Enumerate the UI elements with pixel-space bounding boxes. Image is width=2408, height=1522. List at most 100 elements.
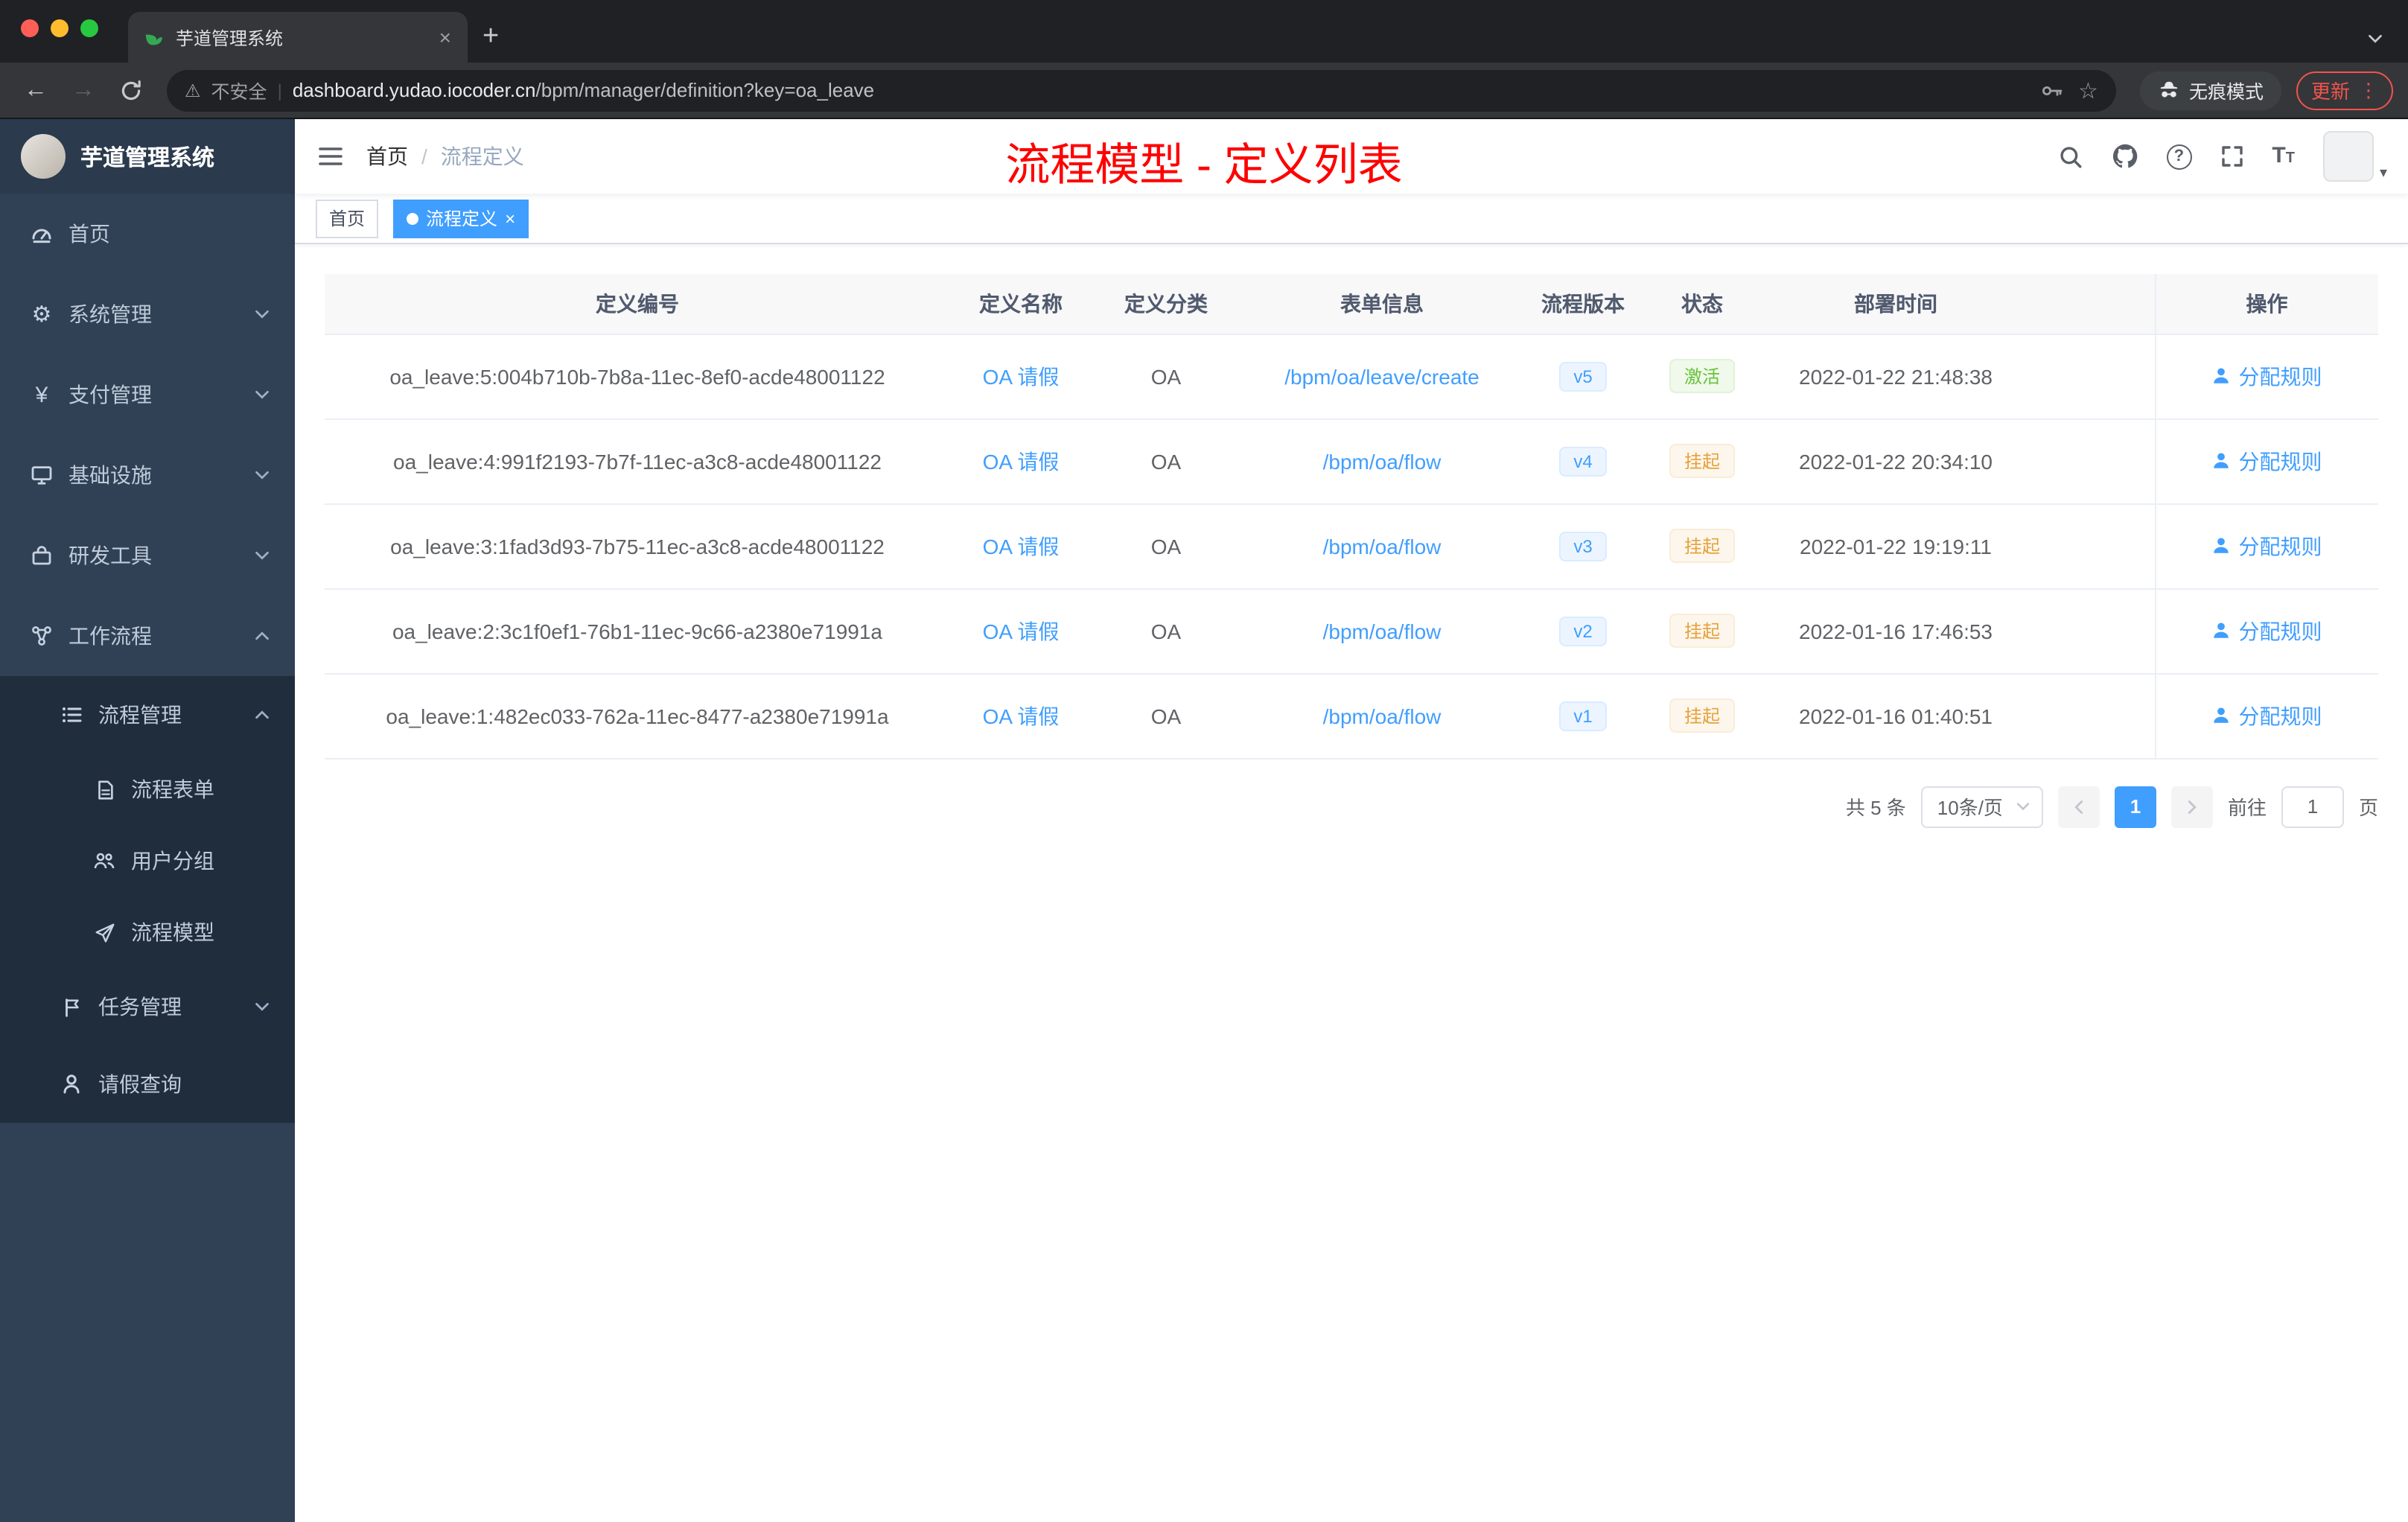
page-number-1[interactable]: 1 <box>2114 786 2156 827</box>
definition-name-link[interactable]: OA 请假 <box>983 449 1060 473</box>
sidebar-item-process-management[interactable]: 流程管理 <box>0 676 295 754</box>
url-text[interactable]: dashboard.yudao.iocoder.cn/bpm/manager/d… <box>293 79 2029 101</box>
version-badge: v1 <box>1558 701 1608 730</box>
status-badge: 挂起 <box>1669 614 1735 648</box>
sidebar-item-user-group[interactable]: 用户分组 <box>0 825 295 897</box>
fullscreen-icon[interactable] <box>2220 144 2243 168</box>
address-bar[interactable]: ⚠ 不安全 | dashboard.yudao.iocoder.cn/bpm/m… <box>167 69 2116 111</box>
zoom-window-button[interactable] <box>80 19 98 37</box>
back-button[interactable]: ← <box>15 69 57 111</box>
definition-name-link[interactable]: OA 请假 <box>983 619 1060 643</box>
cell-spacer <box>2030 588 2155 674</box>
tab-search-chevron-icon[interactable] <box>2366 30 2393 63</box>
definition-name-link[interactable]: OA 请假 <box>983 364 1060 388</box>
form-link[interactable]: /bpm/oa/flow <box>1323 619 1442 643</box>
not-secure-warning-icon[interactable]: ⚠ <box>185 80 201 101</box>
help-icon[interactable]: ? <box>2166 144 2192 169</box>
tag-home[interactable]: 首页 <box>316 199 379 238</box>
bookmark-star-icon[interactable]: ☆ <box>2078 77 2098 104</box>
reload-button[interactable] <box>110 69 152 111</box>
chevron-up-icon <box>253 706 271 724</box>
github-icon[interactable] <box>2111 143 2138 170</box>
assign-rule-link[interactable]: 分配规则 <box>2212 701 2322 730</box>
status-badge: 激活 <box>1669 359 1735 393</box>
document-icon <box>92 777 116 801</box>
column-spacer <box>2030 274 2155 334</box>
update-label: 更新 <box>2310 80 2350 103</box>
browser-tab[interactable]: 芋道管理系统 × <box>128 12 468 63</box>
table-header-row: 定义编号 定义名称 定义分类 表单信息 流程版本 状态 部署时间 操作 <box>325 274 2378 334</box>
assign-rule-link[interactable]: 分配规则 <box>2212 446 2322 476</box>
tag-close-icon[interactable]: × <box>505 209 515 227</box>
tag-process-definition[interactable]: 流程定义 × <box>393 199 529 238</box>
assign-rule-link[interactable]: 分配规则 <box>2212 531 2322 561</box>
status-badge: 挂起 <box>1669 444 1735 478</box>
hamburger-icon[interactable] <box>295 119 366 194</box>
column-header-version: 流程版本 <box>1523 274 1643 334</box>
sidebar-item-workflow[interactable]: 工作流程 <box>0 596 295 676</box>
sidebar-item-task-management[interactable]: 任务管理 <box>0 968 295 1045</box>
browser-chrome: 芋道管理系统 × + ← → ⚠ 不安全 | dashboard.yudao.i… <box>0 0 2408 119</box>
chevron-up-icon <box>253 627 271 645</box>
tab-close-icon[interactable]: × <box>435 25 456 49</box>
definition-name-link[interactable]: OA 请假 <box>983 534 1060 558</box>
cell-deploy-time: 2022-01-16 17:46:53 <box>1762 588 2030 674</box>
password-key-icon[interactable] <box>2039 78 2063 102</box>
sidebar-item-system-management[interactable]: ⚙ 系统管理 <box>0 274 295 354</box>
cell-category: OA <box>1092 334 1240 419</box>
cell-definition-id: oa_leave:4:991f2193-7b7f-11ec-a3c8-acde4… <box>325 418 950 504</box>
app: 芋道管理系统 首页 ⚙ 系统管理 ¥ 支付管理 基础设施 研发工具 工作流程 流… <box>0 119 2408 1522</box>
omnibox-actions: ☆ <box>2039 77 2098 104</box>
search-icon[interactable] <box>2057 144 2083 169</box>
sidebar-item-process-model[interactable]: 流程模型 <box>0 897 295 968</box>
window-controls <box>15 0 107 63</box>
form-link[interactable]: /bpm/oa/flow <box>1323 534 1442 558</box>
new-tab-button[interactable]: + <box>468 21 514 63</box>
version-badge: v4 <box>1558 446 1608 476</box>
prev-page-button[interactable] <box>2057 786 2100 827</box>
user-avatar-menu[interactable]: ▾ <box>2322 131 2387 182</box>
goto-page-input[interactable] <box>2281 786 2344 827</box>
incognito-spy-icon <box>2158 79 2180 101</box>
omnibox-divider: | <box>277 80 282 101</box>
sidebar-item-home[interactable]: 首页 <box>0 194 295 274</box>
column-header-id: 定义编号 <box>325 274 950 334</box>
list-icon <box>60 703 83 727</box>
definition-name-link[interactable]: OA 请假 <box>983 704 1060 727</box>
tag-label: 首页 <box>329 208 366 229</box>
assign-rule-link[interactable]: 分配规则 <box>2212 616 2322 646</box>
column-header-status: 状态 <box>1643 274 1762 334</box>
font-size-icon[interactable]: TT <box>2272 143 2295 170</box>
table-row: oa_leave:1:482ec033-762a-11ec-8477-a2380… <box>325 673 2378 759</box>
browser-toolbar: ← → ⚠ 不安全 | dashboard.yudao.iocoder.cn/b… <box>0 63 2408 119</box>
tab-strip: 芋道管理系统 × + <box>0 0 2408 63</box>
form-link[interactable]: /bpm/oa/leave/create <box>1284 364 1479 388</box>
avatar-caret-icon: ▾ <box>2379 165 2387 182</box>
sidebar-item-dev-tools[interactable]: 研发工具 <box>0 515 295 596</box>
sidebar-item-leave-query[interactable]: 请假查询 <box>0 1045 295 1123</box>
sidebar-item-infrastructure[interactable]: 基础设施 <box>0 435 295 515</box>
status-badge: 挂起 <box>1669 698 1735 733</box>
tab-title: 芋道管理系统 <box>176 28 284 48</box>
forward-button[interactable]: → <box>63 69 104 111</box>
sidebar-item-process-form[interactable]: 流程表单 <box>0 754 295 825</box>
not-secure-label[interactable]: 不安全 <box>211 76 267 104</box>
next-page-button[interactable] <box>2170 786 2213 827</box>
form-link[interactable]: /bpm/oa/flow <box>1323 449 1442 473</box>
close-window-button[interactable] <box>21 19 39 37</box>
page-size-select[interactable]: 10条/页 <box>1920 786 2043 827</box>
sidebar-item-payment-management[interactable]: ¥ 支付管理 <box>0 354 295 435</box>
form-link[interactable]: /bpm/oa/flow <box>1323 704 1442 727</box>
assign-rule-link[interactable]: 分配规则 <box>2212 361 2322 391</box>
chevron-down-icon <box>253 466 271 484</box>
avatar[interactable] <box>2322 131 2374 182</box>
browser-update-button[interactable]: 更新 ⋮ <box>2296 71 2393 109</box>
paper-plane-icon <box>92 920 116 944</box>
breadcrumb-home[interactable]: 首页 <box>366 141 408 171</box>
navbar-actions: ? TT ▾ <box>2057 131 2408 182</box>
tab-favicon-icon <box>143 27 164 48</box>
sidebar-item-label: 请假查询 <box>98 1072 182 1096</box>
browser-menu-dots-icon[interactable]: ⋮ <box>2359 78 2378 102</box>
version-badge: v3 <box>1558 531 1608 561</box>
minimize-window-button[interactable] <box>51 19 69 37</box>
